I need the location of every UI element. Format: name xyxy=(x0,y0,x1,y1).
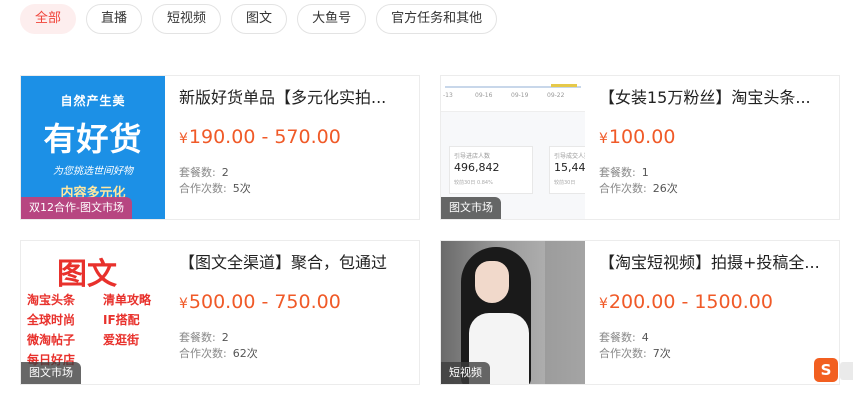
collab-count-value: 26次 xyxy=(652,182,678,195)
price-value: 500.00 - 750.00 xyxy=(188,291,341,313)
stat-sub: 较前30日 xyxy=(554,180,576,186)
package-count-label: 套餐数: xyxy=(599,331,636,344)
thumb-headline: 图文 xyxy=(57,257,117,292)
trend-highlight xyxy=(551,84,577,87)
card-price: ¥100.00 xyxy=(599,126,675,148)
package-count-label: 套餐数: xyxy=(179,166,216,179)
tick-label: 09-19 xyxy=(511,92,529,99)
channel-label: 微淘帖子 xyxy=(27,333,76,347)
card-thumbnail[interactable]: 自然产生美 有好货 为您挑选世间好物 内容多元化 双12合作-图文市场 xyxy=(21,76,165,219)
service-card[interactable]: 图文 淘宝头条 清单攻略 全球时尚 IF搭配 微淘帖子 爱逛街 每日好店 图文市… xyxy=(20,240,420,385)
price-value: 190.00 - 570.00 xyxy=(188,126,341,148)
stat-label: 引导成交人数 xyxy=(554,153,585,160)
card-thumbnail[interactable]: 短视频 xyxy=(441,241,585,384)
service-card[interactable]: -13 09-16 09-19 09-22 引导进店人数 496,842 较前3… xyxy=(440,75,840,220)
tick-label: 09-22 xyxy=(547,92,565,99)
channel-label: 全球时尚 xyxy=(27,313,76,327)
card-title[interactable]: 【女装15万粉丝】淘宝头条... xyxy=(599,86,831,110)
package-count: 套餐数: 2 xyxy=(179,164,229,180)
collab-count-label: 合作次数: xyxy=(599,182,647,195)
card-price: ¥190.00 - 570.00 xyxy=(179,126,341,148)
category-tabs: 全部 直播 短视频 图文 大鱼号 官方任务和其他 xyxy=(20,4,498,36)
tick-label: 09-16 xyxy=(475,92,493,99)
thumb-text: 自然产生美 xyxy=(60,94,126,108)
package-count: 套餐数: 2 xyxy=(179,329,229,345)
collab-count: 合作次数: 7次 xyxy=(599,345,671,361)
tab-graphic[interactable]: 图文 xyxy=(231,4,288,34)
collab-count-value: 62次 xyxy=(232,347,258,360)
card-thumbnail[interactable]: -13 09-16 09-19 09-22 引导进店人数 496,842 较前3… xyxy=(441,76,585,219)
card-price: ¥200.00 - 1500.00 xyxy=(599,291,773,313)
card-thumbnail[interactable]: 图文 淘宝头条 清单攻略 全球时尚 IF搭配 微淘帖子 爱逛街 每日好店 图文市… xyxy=(21,241,165,384)
stat-panel: 引导成交人数 15,449 较前30日 xyxy=(549,146,585,194)
currency-symbol: ¥ xyxy=(599,131,608,147)
floating-toolbar-edge[interactable] xyxy=(840,362,853,380)
sogou-icon[interactable]: S xyxy=(814,358,838,382)
category-badge: 图文市场 xyxy=(441,197,501,219)
card-title[interactable]: 【淘宝短视频】拍摄+投稿全... xyxy=(599,251,831,275)
stat-value: 496,842 xyxy=(454,161,500,174)
stat-panel: 引导进店人数 496,842 较前30日 0.84% xyxy=(449,146,533,194)
currency-symbol: ¥ xyxy=(179,296,188,312)
channel-label: 淘宝头条 xyxy=(27,293,76,307)
category-badge: 短视频 xyxy=(441,362,490,384)
currency-symbol: ¥ xyxy=(599,296,608,312)
photo-background xyxy=(545,241,585,384)
stat-sub: 较前30日 0.84% xyxy=(454,180,493,186)
card-title[interactable]: 【图文全渠道】聚合，包通过 xyxy=(179,251,411,275)
category-badge: 图文市场 xyxy=(21,362,81,384)
package-count-value: 2 xyxy=(221,331,229,344)
package-count-value: 2 xyxy=(221,166,229,179)
package-count: 套餐数: 1 xyxy=(599,164,649,180)
package-count-value: 1 xyxy=(641,166,649,179)
channel-label: IF搭配 xyxy=(103,313,140,327)
collab-count-value: 7次 xyxy=(652,347,671,360)
collab-count: 合作次数: 62次 xyxy=(179,345,258,361)
card-price: ¥500.00 - 750.00 xyxy=(179,291,341,313)
tab-short-video[interactable]: 短视频 xyxy=(152,4,222,34)
stat-value: 15,449 xyxy=(554,161,585,174)
thumb-headline: 有好货 xyxy=(43,120,143,158)
channel-label: 爱逛街 xyxy=(103,333,140,347)
thumb-text: 为您挑选世间好物 xyxy=(53,166,133,177)
collab-count: 合作次数: 5次 xyxy=(179,180,251,196)
package-count-label: 套餐数: xyxy=(599,166,636,179)
price-value: 100.00 xyxy=(608,126,676,148)
package-count-label: 套餐数: xyxy=(179,331,216,344)
card-title[interactable]: 新版好货单品【多元化实拍... xyxy=(179,86,411,110)
collab-count-value: 5次 xyxy=(232,182,251,195)
package-count: 套餐数: 4 xyxy=(599,329,649,345)
stat-label: 引导进店人数 xyxy=(454,153,491,160)
collab-count: 合作次数: 26次 xyxy=(599,180,678,196)
service-card[interactable]: 自然产生美 有好货 为您挑选世间好物 内容多元化 双12合作-图文市场 新版好货… xyxy=(20,75,420,220)
chart-strip: -13 09-16 09-19 09-22 xyxy=(441,76,585,112)
collab-count-label: 合作次数: xyxy=(179,347,227,360)
tab-live[interactable]: 直播 xyxy=(86,4,143,34)
package-count-value: 4 xyxy=(641,331,649,344)
category-badge: 双12合作-图文市场 xyxy=(21,197,132,219)
collab-count-label: 合作次数: xyxy=(179,182,227,195)
tick-label: -13 xyxy=(443,92,453,99)
tab-dayu[interactable]: 大鱼号 xyxy=(297,4,367,34)
service-card[interactable]: 短视频 【淘宝短视频】拍摄+投稿全... ¥200.00 - 1500.00 套… xyxy=(440,240,840,385)
photo-face xyxy=(475,261,509,303)
tab-official-other[interactable]: 官方任务和其他 xyxy=(376,4,498,34)
collab-count-label: 合作次数: xyxy=(599,347,647,360)
price-value: 200.00 - 1500.00 xyxy=(608,291,773,313)
currency-symbol: ¥ xyxy=(179,131,188,147)
tab-all[interactable]: 全部 xyxy=(20,4,77,34)
channel-label: 清单攻略 xyxy=(103,293,152,307)
